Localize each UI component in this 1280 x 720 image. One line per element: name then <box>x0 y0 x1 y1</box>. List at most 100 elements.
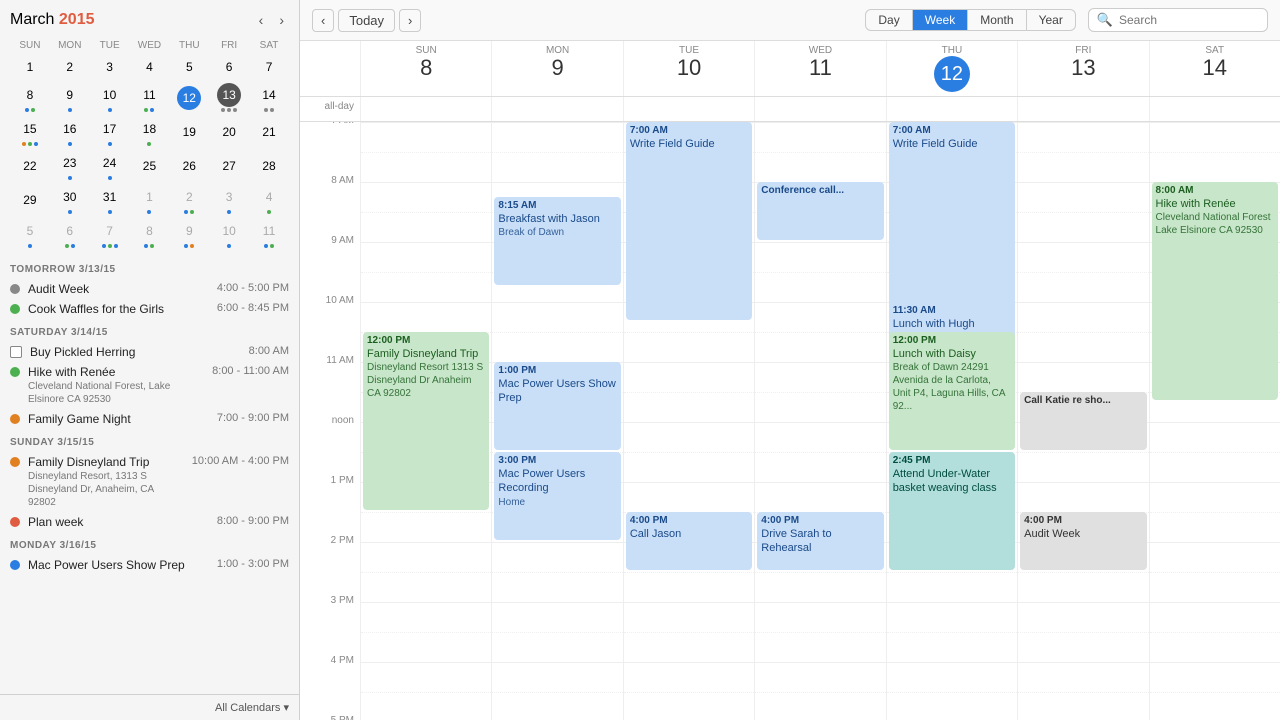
event-checkbox[interactable] <box>10 346 22 358</box>
calendar-filter[interactable]: All Calendars ▾ <box>215 701 289 714</box>
mini-cal-day[interactable]: 10 <box>209 217 249 251</box>
prev-month-button[interactable]: ‹ <box>254 10 269 30</box>
mini-cal-day[interactable]: 17 <box>90 115 130 149</box>
view-day-button[interactable]: Day <box>866 10 912 30</box>
today-button[interactable]: Today <box>338 9 395 32</box>
sidebar: March 2015 ‹ › SUNMONTUEWEDTHUFRISAT 123… <box>0 0 300 720</box>
list-item[interactable]: Family Game Night7:00 - 9:00 PM <box>10 409 289 429</box>
mini-cal-day[interactable]: 18 <box>130 115 170 149</box>
mini-cal-day[interactable]: 8 <box>130 217 170 251</box>
prev-week-button[interactable]: ‹ <box>312 9 334 32</box>
calendar-event[interactable]: 7:00 AMWrite Field Guide <box>889 122 1015 320</box>
mini-cal-day[interactable]: 7 <box>90 217 130 251</box>
view-year-button[interactable]: Year <box>1027 10 1075 30</box>
mini-cal-day[interactable]: 28 <box>249 149 289 183</box>
mini-cal-day[interactable]: 14 <box>249 81 289 115</box>
mini-cal-day[interactable]: 12 <box>169 81 209 115</box>
mini-cal-day[interactable]: 16 <box>50 115 90 149</box>
event-subtitle: Home <box>498 496 616 509</box>
mini-cal-day[interactable]: 2 <box>169 183 209 217</box>
view-week-button[interactable]: Week <box>913 10 968 30</box>
mini-cal-day[interactable]: 2 <box>50 53 90 81</box>
mini-cal-day[interactable]: 11 <box>249 217 289 251</box>
list-item[interactable]: Buy Pickled Herring8:00 AM <box>10 342 289 362</box>
calendar-event[interactable]: 4:00 PMCall Jason <box>626 512 752 570</box>
mini-cal-day[interactable]: 26 <box>169 149 209 183</box>
mini-cal-day[interactable]: 3 <box>90 53 130 81</box>
mini-cal-day[interactable]: 20 <box>209 115 249 149</box>
mini-cal-day[interactable]: 4 <box>249 183 289 217</box>
event-title: Write Field Guide <box>630 137 748 151</box>
list-item[interactable]: Cook Waffles for the Girls6:00 - 8:45 PM <box>10 299 289 319</box>
mini-cal-day[interactable]: 31 <box>90 183 130 217</box>
month-label: March <box>10 11 54 28</box>
event-time: 8:00 - 11:00 AM <box>212 365 289 377</box>
mini-cal-day[interactable]: 3 <box>209 183 249 217</box>
event-info: Buy Pickled Herring <box>30 345 241 359</box>
search-box[interactable]: 🔍 <box>1088 8 1268 32</box>
calendar-event[interactable]: 8:15 AMBreakfast with JasonBreak of Dawn <box>494 197 620 285</box>
mini-cal-day[interactable]: 5 <box>169 53 209 81</box>
calendar-event[interactable]: 12:00 PMLunch with DaisyBreak of Dawn 24… <box>889 332 1015 450</box>
date-number[interactable]: 9 <box>492 56 622 80</box>
date-number[interactable]: 10 <box>624 56 754 80</box>
next-month-button[interactable]: › <box>274 10 289 30</box>
mini-cal-day[interactable]: 24 <box>90 149 130 183</box>
mini-cal-day[interactable]: 13 <box>209 81 249 115</box>
calendar-event[interactable]: 8:00 AMHike with RenéeCleveland National… <box>1152 182 1278 400</box>
next-week-button[interactable]: › <box>399 9 421 32</box>
mini-cal-day[interactable]: 6 <box>209 53 249 81</box>
mini-cal-day[interactable]: 10 <box>90 81 130 115</box>
calendar-event[interactable]: 4:00 PMAudit Week <box>1020 512 1146 570</box>
mini-cal-day[interactable]: 1 <box>10 53 50 81</box>
search-input[interactable] <box>1119 13 1259 27</box>
time-label: 5 PM <box>300 715 360 720</box>
mini-cal-day[interactable]: 27 <box>209 149 249 183</box>
mini-cal-day[interactable]: 23 <box>50 149 90 183</box>
day-column: 8:15 AMBreakfast with JasonBreak of Dawn… <box>491 122 622 720</box>
mini-cal-day[interactable]: 11 <box>130 81 170 115</box>
mini-cal-day[interactable]: 21 <box>249 115 289 149</box>
calendar-event[interactable]: 7:00 AMWrite Field Guide <box>626 122 752 320</box>
event-time: Call Katie re sho... <box>1024 394 1142 407</box>
event-time: 7:00 AM <box>630 124 748 137</box>
date-number[interactable]: 11 <box>755 56 885 80</box>
list-item[interactable]: Plan week8:00 - 9:00 PM <box>10 512 289 532</box>
event-subtitle: Break of Dawn <box>498 226 616 239</box>
list-item[interactable]: Mac Power Users Show Prep1:00 - 3:00 PM <box>10 555 289 575</box>
list-item[interactable]: Hike with RenéeCleveland National Forest… <box>10 362 289 409</box>
calendar-event[interactable]: 12:00 PMFamily Disneyland TripDisneyland… <box>363 332 489 510</box>
date-number[interactable]: 14 <box>1150 56 1280 80</box>
calendar-event[interactable]: 1:00 PMMac Power Users Show Prep <box>494 362 620 450</box>
date-number[interactable]: 8 <box>361 56 491 80</box>
calendar-event[interactable]: 3:00 PMMac Power Users RecordingHome <box>494 452 620 540</box>
mini-cal-day[interactable]: 29 <box>10 183 50 217</box>
mini-cal-day[interactable]: 25 <box>130 149 170 183</box>
mini-cal-day[interactable]: 8 <box>10 81 50 115</box>
mini-cal-day[interactable]: 6 <box>50 217 90 251</box>
date-number[interactable]: 13 <box>1018 56 1148 80</box>
view-month-button[interactable]: Month <box>968 10 1026 30</box>
event-time: 3:00 PM <box>498 454 616 467</box>
event-info: Family Game Night <box>28 412 209 426</box>
mini-cal-day[interactable]: 9 <box>169 217 209 251</box>
mini-cal-day[interactable]: 7 <box>249 53 289 81</box>
mini-cal-day[interactable]: 9 <box>50 81 90 115</box>
event-name: Buy Pickled Herring <box>30 345 241 359</box>
list-item[interactable]: Audit Week4:00 - 5:00 PM <box>10 279 289 299</box>
mini-cal-day[interactable]: 22 <box>10 149 50 183</box>
date-number[interactable]: 12 <box>934 56 970 92</box>
time-grid: 7 AM8 AM9 AM10 AM11 AMnoon1 PM2 PM3 PM4 … <box>300 122 1280 720</box>
calendar-event[interactable]: Call Katie re sho... <box>1020 392 1146 450</box>
mini-cal-day[interactable]: 19 <box>169 115 209 149</box>
mini-cal-day[interactable]: 4 <box>130 53 170 81</box>
calendar-event[interactable]: 4:00 PMDrive Sarah to Rehearsal <box>757 512 883 570</box>
mini-cal-day[interactable]: 15 <box>10 115 50 149</box>
mini-cal-day[interactable]: 5 <box>10 217 50 251</box>
day-of-week: THU <box>887 45 1017 56</box>
mini-cal-day[interactable]: 1 <box>130 183 170 217</box>
calendar-event[interactable]: 2:45 PMAttend Under-Water basket weaving… <box>889 452 1015 570</box>
mini-cal-day[interactable]: 30 <box>50 183 90 217</box>
list-item[interactable]: Family Disneyland TripDisneyland Resort,… <box>10 452 289 512</box>
calendar-event[interactable]: Conference call... <box>757 182 883 240</box>
